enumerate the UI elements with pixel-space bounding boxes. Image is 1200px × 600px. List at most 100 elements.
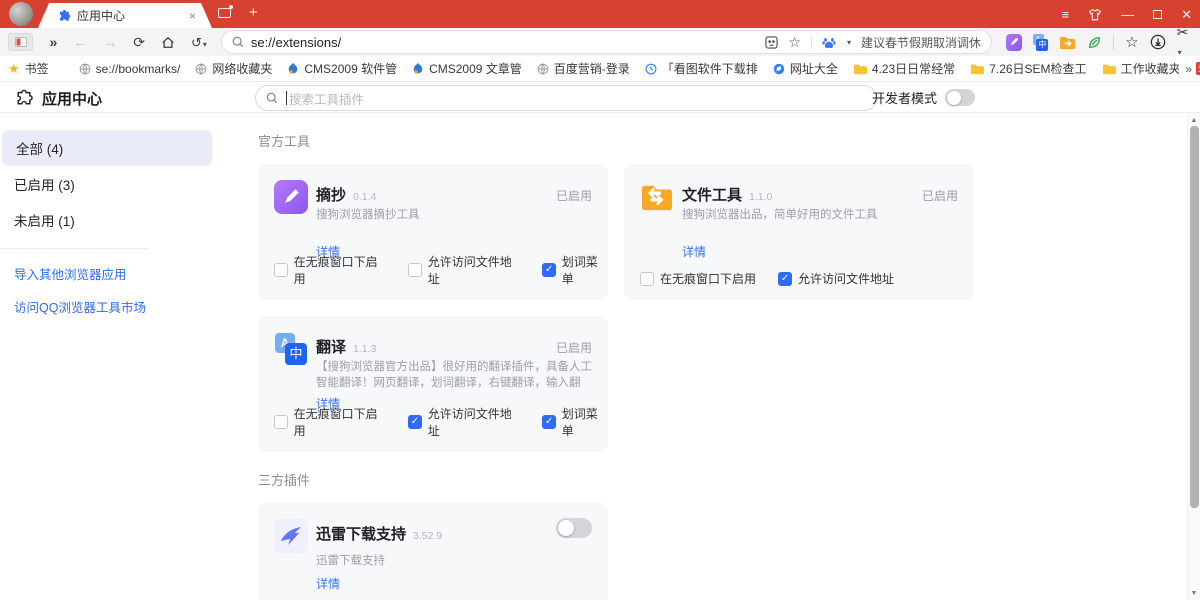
dev-mode-toggle[interactable] (945, 89, 975, 106)
card-version: 0.1.4 (353, 191, 376, 203)
screenshot-scissors-icon[interactable]: ✂▾ (1177, 24, 1192, 60)
green-extension-icon[interactable] (1087, 35, 1102, 50)
user-avatar[interactable] (9, 2, 33, 26)
card-title: 迅雷下载支持 (316, 523, 406, 544)
checkbox-checked[interactable]: ✓ (542, 263, 556, 277)
baidu-paw-icon[interactable] (822, 36, 836, 49)
hot-search-text[interactable]: 建议春节假期取消调休 (861, 34, 981, 51)
section-title-thirdparty: 三方插件 (258, 470, 974, 489)
zhaichao-extension-icon[interactable] (1006, 34, 1022, 51)
favorite-star-icon[interactable]: ☆ (788, 34, 801, 51)
card-title: 文件工具 (682, 184, 742, 205)
bookmark-item[interactable]: 网络收藏夹 (195, 60, 272, 77)
option-word-menu[interactable]: ✓划词菜单 (542, 253, 608, 287)
checkbox-unchecked[interactable] (408, 263, 422, 277)
checkbox-unchecked[interactable] (274, 415, 288, 429)
card-description: 【搜狗浏览器官方出品】很好用的翻译插件，具备人工智能翻译！网页翻译，划词翻译，右… (316, 359, 592, 391)
checkbox-unchecked[interactable] (274, 263, 288, 277)
maximize-icon[interactable] (1153, 10, 1162, 19)
checkbox-checked[interactable]: ✓ (778, 272, 792, 286)
extension-card-filetools: 文件工具 1.1.0 已启用 搜狗浏览器出品，简单好用的文件工具 详情 在无痕窗… (624, 164, 974, 300)
forward-icon[interactable]: → (103, 35, 117, 49)
bookmark-item[interactable]: CMS2009 文章管 (412, 60, 522, 77)
text-caret (286, 91, 287, 105)
folder-icon (853, 63, 867, 75)
sidebar-filter-all[interactable]: 全部 (4) (2, 130, 212, 166)
option-file-access[interactable]: ✓允许访问文件地址 (778, 270, 894, 287)
detail-link[interactable]: 详情 (316, 575, 340, 592)
bookmark-item[interactable]: 4.23日日常经常 (853, 60, 955, 77)
undo-icon[interactable]: ↺▾ (191, 36, 207, 49)
bookmark-item[interactable]: 7.26日SEM检查工 (970, 60, 1086, 77)
status-badge: 已启用 (556, 339, 592, 356)
card-version: 1.1.0 (749, 191, 772, 203)
checkbox-checked[interactable]: ✓ (408, 415, 422, 429)
puzzle-outline-icon (14, 89, 33, 108)
url-text[interactable]: se://extensions/ (251, 35, 341, 50)
enable-toggle[interactable] (556, 518, 592, 538)
bookmark-item[interactable]: CMS2009 软件管 (287, 60, 397, 77)
puzzle-favicon-icon (57, 9, 71, 23)
option-incognito[interactable]: 在无痕窗口下启用 (640, 270, 756, 287)
toutiao-icon: 头 (1196, 62, 1200, 75)
flame-icon (287, 62, 299, 75)
card-description: 迅雷下载支持 (316, 553, 592, 569)
bookmark-item[interactable]: se://bookmarks/ (79, 62, 181, 76)
bookmark-item[interactable]: 百度营销-登录 (537, 60, 630, 77)
translate-app-icon: A 中 (274, 332, 308, 366)
qr-code-icon[interactable] (765, 36, 778, 49)
sidebar-panel-button[interactable] (8, 33, 33, 51)
clock-icon (645, 63, 657, 75)
page-title: 应用中心 (42, 88, 102, 109)
sidebar-filter-disabled[interactable]: 未启用 (1) (0, 202, 240, 238)
skin-icon[interactable] (1088, 8, 1102, 21)
new-tab-button[interactable]: + (249, 6, 258, 20)
translate-extension-icon[interactable]: A 中 (1033, 34, 1049, 51)
import-apps-link[interactable]: 导入其他浏览器应用 (0, 257, 240, 290)
menu-icon[interactable]: ≡ (1062, 8, 1070, 21)
scrollbar-thumb[interactable] (1190, 126, 1199, 508)
bookmark-item[interactable]: 头头条号 (1196, 60, 1200, 77)
option-file-access[interactable]: ✓允许访问文件地址 (408, 405, 520, 439)
download-icon[interactable] (1150, 34, 1166, 50)
reload-icon[interactable]: ⟳ (133, 35, 145, 49)
bookmark-item[interactable]: 「看图软件下载排 (645, 60, 758, 77)
dev-mode-label: 开发者模式 (872, 88, 937, 107)
collect-star-icon[interactable]: ☆ (1125, 33, 1138, 51)
option-incognito[interactable]: 在无痕窗口下启用 (274, 253, 386, 287)
bookmarks-overflow-button[interactable]: » (1179, 56, 1192, 81)
option-incognito[interactable]: 在无痕窗口下启用 (274, 405, 386, 439)
scrollbar[interactable]: ▲ ▼ (1187, 114, 1200, 600)
back-icon[interactable]: ← (73, 35, 87, 49)
scroll-down-icon[interactable]: ▼ (1188, 590, 1200, 597)
home-icon[interactable] (161, 36, 175, 49)
bookmark-item[interactable]: 工作收藏夹 (1102, 60, 1181, 77)
expand-toolbar-icon[interactable]: » (49, 35, 57, 49)
minimize-icon[interactable]: — (1121, 8, 1134, 21)
undo-caret-icon: ▾ (203, 40, 207, 49)
file-tools-extension-icon[interactable] (1059, 34, 1076, 51)
main-content: 官方工具 摘抄 0.1.4 已启用 搜狗浏览器摘抄工具 详情 在无痕窗口下启用 … (258, 131, 974, 600)
scroll-up-icon[interactable]: ▲ (1188, 117, 1200, 124)
close-icon[interactable]: ✕ (1181, 8, 1192, 21)
detail-link[interactable]: 详情 (682, 243, 706, 260)
qq-market-link[interactable]: 访问QQ浏览器工具市场 (0, 290, 240, 323)
option-word-menu[interactable]: ✓划词菜单 (542, 405, 608, 439)
tab-close-icon[interactable]: × (189, 9, 196, 23)
bookmark-item[interactable]: 网址大全 (773, 60, 838, 77)
folder-icon (1102, 63, 1116, 75)
sidebar: 全部 (4) 已启用 (3) 未启用 (1) 导入其他浏览器应用 访问QQ浏览器… (0, 130, 240, 323)
browser-tab[interactable]: 应用中心 × (38, 3, 212, 28)
card-title: 摘抄 (316, 184, 346, 205)
sidebar-filter-enabled[interactable]: 已启用 (3) (0, 166, 240, 202)
option-file-access[interactable]: 允许访问文件地址 (408, 253, 520, 287)
status-badge: 已启用 (556, 187, 592, 204)
app-header: 应用中心 搜索工具插件 开发者模式 (0, 82, 1200, 113)
tab-title: 应用中心 (77, 7, 189, 24)
address-bar[interactable]: se://extensions/ ☆ ▾ 建议春节假期取消调休 (221, 30, 992, 54)
search-input[interactable]: 搜索工具插件 (255, 85, 877, 111)
mini-window-icon[interactable] (218, 8, 231, 18)
checkbox-unchecked[interactable] (640, 272, 654, 286)
checkbox-checked[interactable]: ✓ (542, 415, 556, 429)
bookmark-item[interactable]: ★书签 (8, 60, 49, 77)
